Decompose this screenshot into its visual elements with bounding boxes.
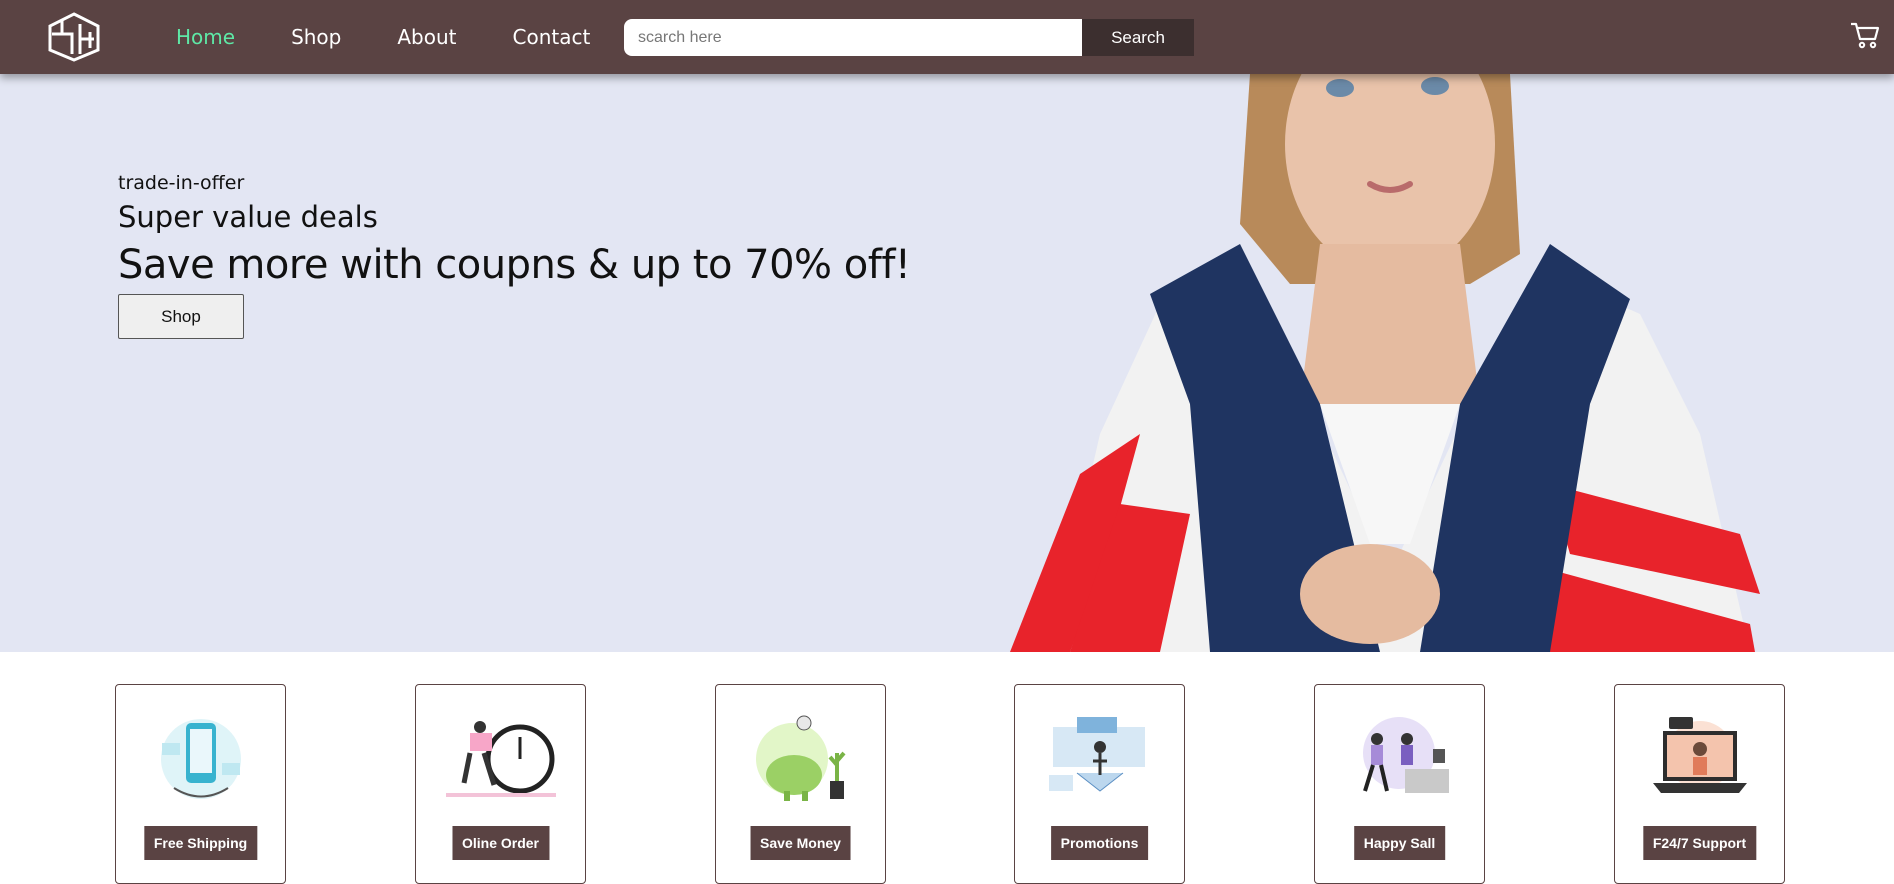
nav-link-contact[interactable]: Contact (513, 25, 591, 49)
order-icon (446, 721, 556, 797)
cart-icon[interactable] (1850, 20, 1880, 50)
feature-label: Promotions (1050, 826, 1149, 860)
nav-link-shop[interactable]: Shop (291, 25, 341, 49)
hero-text: trade-in-offer Super value deals Save mo… (118, 172, 911, 339)
feature-label: Oline Order (451, 826, 550, 860)
happy-sale-icon (1363, 717, 1449, 793)
feature-card-online-order[interactable]: Oline Order (415, 684, 586, 884)
hero-banner: trade-in-offer Super value deals Save mo… (0, 74, 1894, 652)
nav-link-home[interactable]: Home (176, 25, 235, 49)
piggy-bank-icon (756, 715, 846, 801)
feature-card-support[interactable]: F24/7 Support (1614, 684, 1785, 884)
promotions-icon (1049, 717, 1145, 792)
feature-card-happy-sale[interactable]: Happy Sall (1314, 684, 1485, 884)
search-input[interactable] (624, 19, 1082, 56)
hero-title: Save more with coupns & up to 70% off! (118, 242, 911, 288)
feature-label: Free Shipping (143, 826, 258, 860)
features-section: Free Shipping Oline Order Save Money Pro… (0, 652, 1894, 884)
main-nav: Home Shop About Contact (176, 0, 646, 74)
support-icon (1653, 717, 1747, 793)
hero-subtitle: Super value deals (118, 200, 378, 234)
hero-model-image (1010, 74, 1760, 652)
feature-label: Happy Sall (1353, 826, 1446, 860)
feature-card-free-shipping[interactable]: Free Shipping (115, 684, 286, 884)
hero-kicker: trade-in-offer (118, 172, 245, 194)
feature-label: F24/7 Support (1642, 826, 1757, 860)
feature-card-save-money[interactable]: Save Money (715, 684, 886, 884)
cube-logo-icon[interactable] (46, 12, 102, 62)
navbar: Home Shop About Contact Search (0, 0, 1894, 74)
shipping-icon (161, 719, 241, 799)
feature-card-promotions[interactable]: Promotions (1014, 684, 1185, 884)
search-bar: Search (624, 19, 1194, 56)
feature-label: Save Money (750, 826, 851, 860)
search-button[interactable]: Search (1082, 19, 1194, 56)
hero-shop-button[interactable]: Shop (118, 294, 244, 339)
nav-link-about[interactable]: About (397, 25, 456, 49)
